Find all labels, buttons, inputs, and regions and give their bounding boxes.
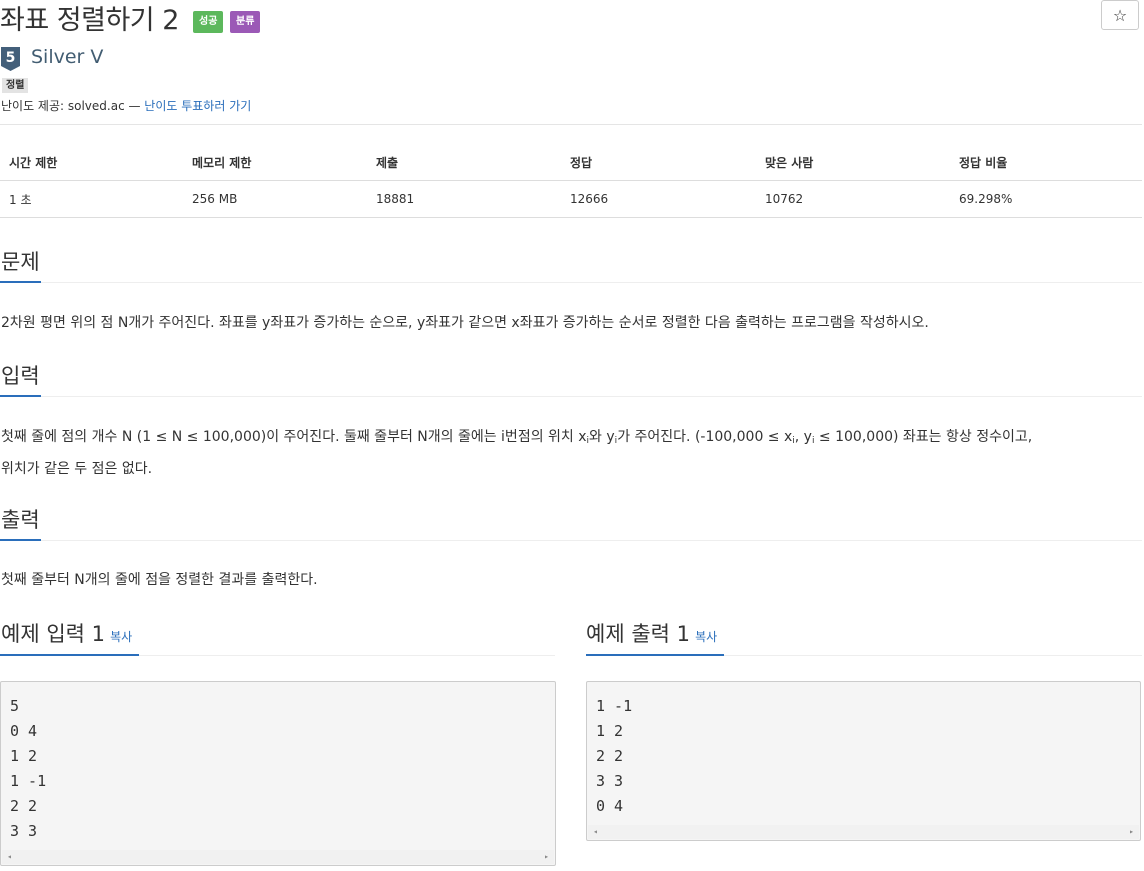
- example-input-box[interactable]: 5 0 4 1 2 1 -1 2 2 3 3 ◂ ▸: [0, 681, 556, 866]
- header-accept-rate: 정답 비율: [950, 144, 1142, 181]
- header-accepted: 정답: [561, 144, 756, 181]
- solvers-value[interactable]: 10762: [756, 180, 950, 218]
- output-heading: 출력: [1, 508, 40, 532]
- example-input-accent: [0, 654, 139, 656]
- accept-rate-value: 69.298%: [950, 180, 1142, 218]
- scroll-right-icon[interactable]: ▸: [1129, 825, 1134, 839]
- input-text-5: ≤ 100,000) 좌표는 항상 정수이고,: [814, 429, 1033, 445]
- input-heading-line: [0, 396, 1142, 397]
- page-title: 좌표 정렬하기 2: [0, 5, 179, 36]
- copy-input-button[interactable]: 복사: [110, 630, 132, 644]
- header-divider: [0, 124, 1142, 125]
- problem-info-table: 시간 제한 메모리 제한 제출 정답 맞은 사람 정답 비율 1 초 256 M…: [0, 144, 1142, 218]
- memory-limit-value: 256 MB: [183, 180, 367, 218]
- example-input-title: 예제 입력 1: [1, 622, 105, 646]
- header-time-limit: 시간 제한: [0, 144, 183, 181]
- problem-heading: 문제: [1, 250, 40, 274]
- example-output-content: 1 -1 1 2 2 2 3 3 0 4: [596, 697, 633, 815]
- star-icon: ☆: [1112, 6, 1128, 25]
- category-badge[interactable]: 분류: [230, 11, 261, 33]
- scroll-left-icon[interactable]: ◂: [7, 850, 12, 864]
- info-row: 1 초 256 MB 18881 12666 10762 69.298%: [0, 180, 1142, 218]
- example-output-box[interactable]: 1 -1 1 2 2 2 3 3 0 4 ◂ ▸: [586, 681, 1141, 841]
- favorite-button[interactable]: ☆: [1101, 0, 1139, 30]
- problem-heading-line: [0, 282, 1142, 283]
- input-text-1: 첫째 줄에 점의 개수 N (1 ≤ N ≤ 100,000)이 주어진다. 둘…: [1, 429, 587, 445]
- output-description: 첫째 줄부터 N개의 줄에 점을 정렬한 결과를 출력한다.: [1, 572, 318, 588]
- algorithm-tag[interactable]: 정렬: [2, 78, 29, 93]
- input-description: 첫째 줄에 점의 개수 N (1 ≤ N ≤ 100,000)이 주어진다. 둘…: [1, 423, 1141, 483]
- info-header-row: 시간 제한 메모리 제한 제출 정답 맞은 사람 정답 비율: [0, 144, 1142, 181]
- input-text-3: 가 주어진다. (-100,000 ≤ x: [617, 429, 793, 445]
- example-output-title: 예제 출력 1: [586, 622, 690, 646]
- input-text-2: 와 y: [589, 429, 615, 445]
- header-memory-limit: 메모리 제한: [183, 144, 367, 181]
- output-heading-line: [0, 540, 1142, 541]
- success-badge[interactable]: 성공: [193, 11, 224, 33]
- example-output-accent: [586, 654, 724, 656]
- vote-difficulty-link[interactable]: 난이도 투표하러 가기: [144, 99, 251, 113]
- example-output-header: 예제 출력 1 복사: [586, 618, 717, 648]
- header-submissions: 제출: [367, 144, 561, 181]
- tier-label[interactable]: Silver V: [31, 46, 103, 68]
- input-heading-accent: [0, 395, 41, 397]
- example-input-header: 예제 입력 1 복사: [1, 618, 132, 648]
- credit-prefix: 난이도 제공: solved.ac —: [1, 99, 145, 113]
- tier-number: 5: [6, 50, 16, 66]
- input-text-6: 위치가 같은 두 점은 없다.: [1, 461, 153, 477]
- input-text-4: , y: [794, 429, 812, 445]
- example-input-content: 5 0 4 1 2 1 -1 2 2 3 3: [10, 697, 47, 840]
- time-limit-value: 1 초: [0, 180, 183, 218]
- header-solvers: 맞은 사람: [756, 144, 950, 181]
- output-heading-accent: [0, 539, 41, 541]
- problem-heading-accent: [0, 281, 41, 283]
- input-heading: 입력: [1, 364, 40, 388]
- copy-output-button[interactable]: 복사: [695, 630, 717, 644]
- accepted-value: 12666: [561, 180, 756, 218]
- example-output-scrollbar[interactable]: ◂ ▸: [588, 825, 1139, 839]
- difficulty-credit: 난이도 제공: solved.ac — 난이도 투표하러 가기: [1, 97, 251, 114]
- tier-icon: 5: [1, 47, 20, 71]
- example-input-scrollbar[interactable]: ◂ ▸: [2, 850, 554, 864]
- submissions-value[interactable]: 18881: [367, 180, 561, 218]
- scroll-left-icon[interactable]: ◂: [593, 825, 598, 839]
- problem-description: 2차원 평면 위의 점 N개가 주어진다. 좌표를 y좌표가 증가하는 순으로,…: [1, 315, 929, 331]
- scroll-right-icon[interactable]: ▸: [544, 850, 549, 864]
